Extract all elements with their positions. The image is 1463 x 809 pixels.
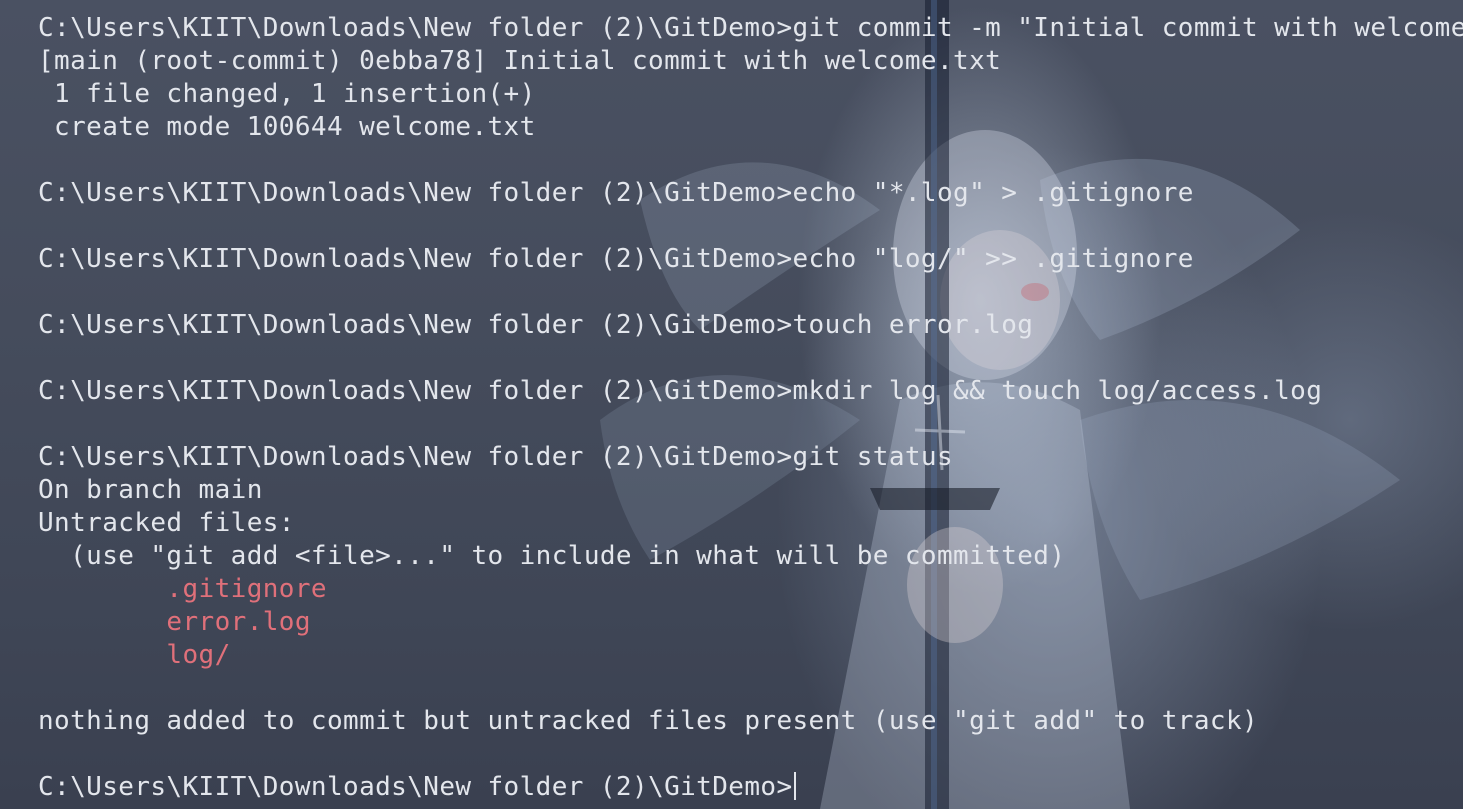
terminal-output[interactable]: C:\Users\KIIT\Downloads\New folder (2)\G…: [38, 12, 1463, 804]
untracked-file: error.log: [38, 607, 311, 637]
command-line: C:\Users\KIIT\Downloads\New folder (2)\G…: [38, 244, 1194, 274]
output-line: Untracked files:: [38, 508, 295, 538]
output-line: (use "git add <file>..." to include in w…: [38, 541, 1066, 571]
untracked-file: log/: [38, 640, 231, 670]
output-line: [main (root-commit) 0ebba78] Initial com…: [38, 46, 1002, 76]
command-line: C:\Users\KIIT\Downloads\New folder (2)\G…: [38, 376, 1323, 406]
command-line: C:\Users\KIIT\Downloads\New folder (2)\G…: [38, 178, 1194, 208]
output-line: On branch main: [38, 475, 263, 505]
output-line: 1 file changed, 1 insertion(+): [38, 79, 536, 109]
prompt-text: C:\Users\KIIT\Downloads\New folder (2)\G…: [38, 772, 793, 802]
untracked-file: .gitignore: [38, 574, 327, 604]
command-line: C:\Users\KIIT\Downloads\New folder (2)\G…: [38, 310, 1034, 340]
command-line: C:\Users\KIIT\Downloads\New folder (2)\G…: [38, 442, 954, 472]
terminal-window[interactable]: C:\Users\KIIT\Downloads\New folder (2)\G…: [0, 0, 1463, 809]
output-line: create mode 100644 welcome.txt: [38, 112, 536, 142]
output-line: nothing added to commit but untracked fi…: [38, 706, 1259, 736]
text-cursor: [793, 772, 796, 800]
command-line: C:\Users\KIIT\Downloads\New folder (2)\G…: [38, 13, 1463, 43]
prompt-line[interactable]: C:\Users\KIIT\Downloads\New folder (2)\G…: [38, 771, 1463, 804]
